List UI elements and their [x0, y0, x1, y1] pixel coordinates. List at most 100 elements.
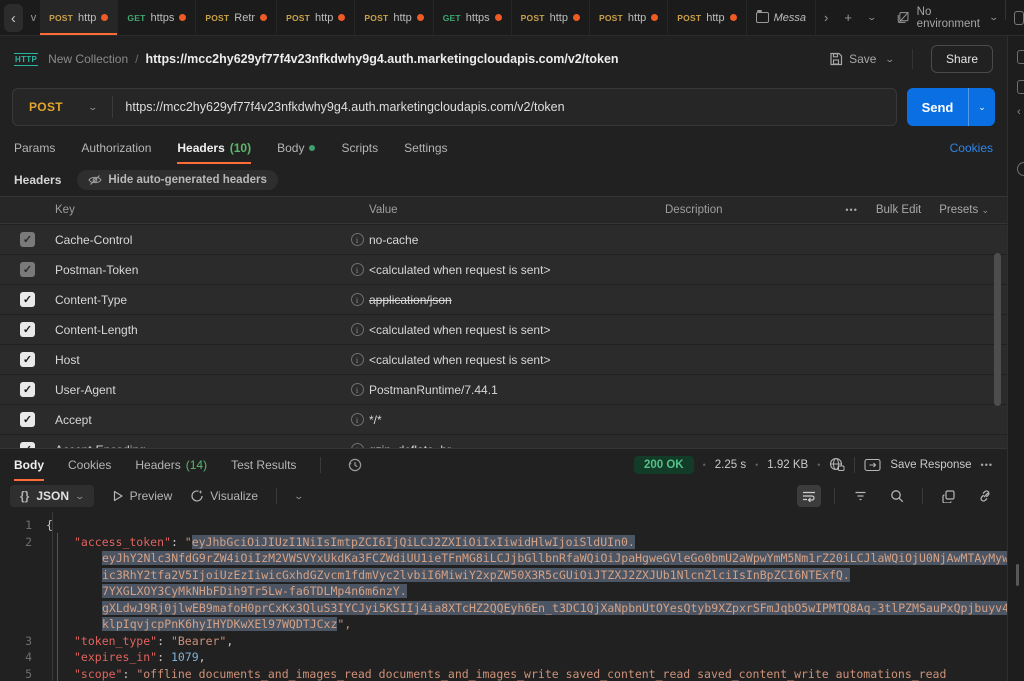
visualize-button[interactable]: Visualize — [190, 489, 258, 503]
header-value[interactable]: PostmanRuntime/7.44.1 — [369, 383, 498, 397]
request-tab-6[interactable]: GET https — [434, 0, 512, 35]
tab-headers[interactable]: Headers (10) — [177, 132, 251, 164]
access-token-selected-text: 7YXGLXOY3CyMkNHbFDih9Tr5Lw-fa6TDLMp4n6m6… — [102, 584, 407, 598]
response-time[interactable]: 2.25 s — [715, 459, 746, 471]
headers-count-badge: (10) — [230, 141, 251, 155]
request-header-row: HTTP New Collection / https://mcc2hy629y… — [0, 36, 1007, 82]
breadcrumb-request-title[interactable]: https://mcc2hy629yf77f4v23nfkdwhy9g4.aut… — [145, 52, 618, 66]
row-checkbox[interactable]: ✓ — [20, 292, 35, 307]
send-button[interactable]: Send ⌄ — [907, 88, 995, 126]
status-badge[interactable]: 200 OK — [634, 456, 694, 474]
access-token-selected-text: eyJhY2Nlc3NfdG9rZW4iOiIzM2VWSVYxUkdKa3FC… — [102, 551, 1007, 565]
request-tab-5[interactable]: POST http — [355, 0, 433, 35]
url-text[interactable]: https://mcc2hy629yf77f4v23nfkdwhy9g4.aut… — [125, 100, 564, 114]
tab-label: Body — [277, 141, 304, 155]
tab-authorization[interactable]: Authorization — [81, 132, 151, 164]
header-value[interactable]: */* — [369, 413, 382, 427]
right-rail-icon[interactable] — [1017, 50, 1024, 64]
tab-scripts[interactable]: Scripts — [341, 132, 378, 164]
right-rail-icon[interactable] — [1017, 80, 1024, 94]
header-row-host: ✓ Host i <calculated when request is sen… — [0, 345, 1007, 374]
copy-button[interactable] — [936, 485, 960, 507]
row-checkbox[interactable]: ✓ — [20, 262, 35, 277]
breadcrumb-collection[interactable]: New Collection — [48, 52, 128, 66]
code-scrollbar[interactable] — [1016, 564, 1019, 586]
environment-selector[interactable]: No environment ⌄ — [897, 0, 997, 35]
header-key[interactable]: Cache-Control — [55, 233, 132, 247]
environment-quick-look-icon[interactable] — [1014, 11, 1024, 25]
header-key[interactable]: Postman-Token — [55, 263, 138, 277]
tab-label: Params — [14, 141, 55, 155]
save-button[interactable]: Save — [829, 52, 876, 66]
right-rail-chevron-icon[interactable]: ‹ — [1017, 106, 1024, 120]
response-size[interactable]: 1.92 KB — [767, 459, 808, 471]
link-button[interactable] — [973, 485, 997, 507]
url-input[interactable]: POST ⌄ https://mcc2hy629yf77f4v23nfkdwhy… — [12, 88, 897, 126]
format-dropdown[interactable]: {} JSON ⌄ — [10, 485, 94, 507]
row-checkbox[interactable]: ✓ — [20, 382, 35, 397]
more-options-icon[interactable]: ••• — [845, 205, 857, 215]
response-tab-test-results[interactable]: Test Results — [231, 449, 296, 481]
response-tab-cookies[interactable]: Cookies — [68, 449, 111, 481]
request-tab-7[interactable]: POST http — [512, 0, 590, 35]
request-tab-8[interactable]: POST http — [590, 0, 668, 35]
request-tab-1[interactable]: POST http — [40, 0, 118, 35]
headers-table-scrollbar[interactable] — [994, 253, 1001, 406]
presets-dropdown[interactable]: Presets ⌄ — [939, 204, 989, 216]
header-key[interactable]: Content-Type — [55, 293, 127, 307]
filter-button[interactable] — [848, 485, 872, 507]
row-checkbox[interactable]: ✓ — [20, 352, 35, 367]
response-tab-body[interactable]: Body — [14, 449, 44, 481]
header-value[interactable]: <calculated when request is sent> — [369, 263, 550, 277]
header-value[interactable]: no-cache — [369, 233, 418, 247]
request-tab-9[interactable]: POST http — [668, 0, 746, 35]
send-options-chevron-icon[interactable]: ⌄ — [969, 88, 995, 126]
unsaved-dot-icon — [495, 14, 502, 21]
view-options-chevron-icon[interactable]: ⌄ — [294, 491, 305, 502]
header-value[interactable]: <calculated when request is sent> — [369, 323, 550, 337]
response-history-icon[interactable] — [347, 457, 363, 473]
back-button[interactable]: ‹ — [4, 4, 23, 32]
cookies-link[interactable]: Cookies — [950, 141, 993, 155]
row-checkbox[interactable]: ✓ — [20, 412, 35, 427]
partial-tab[interactable]: v — [27, 0, 40, 35]
right-rail-circle-icon[interactable] — [1017, 162, 1024, 176]
code-line: 5 "scope": "offline documents_and_images… — [0, 666, 1007, 681]
tab-scroll-next-button[interactable]: › — [816, 0, 836, 35]
save-response-button[interactable]: Save Response — [890, 459, 971, 471]
tab-options-chevron-icon[interactable]: ⌄ — [855, 0, 888, 35]
wrap-text-button[interactable] — [797, 485, 821, 507]
search-button[interactable] — [885, 485, 909, 507]
response-tab-headers[interactable]: Headers (14) — [135, 449, 207, 481]
hide-auto-generated-headers-button[interactable]: Hide auto-generated headers — [77, 170, 277, 190]
tab-body[interactable]: Body — [277, 132, 315, 164]
method-dropdown[interactable]: POST ⌄ — [13, 100, 112, 114]
save-options-chevron-icon[interactable]: ⌄ — [885, 54, 896, 65]
response-more-options-icon[interactable]: ••• — [981, 460, 993, 470]
request-tab-4[interactable]: POST http — [277, 0, 355, 35]
preview-button[interactable]: Preview — [112, 489, 173, 503]
network-globe-icon[interactable] — [829, 457, 845, 472]
code-text: ", — [337, 617, 351, 631]
code-line: 1 { — [0, 517, 1007, 534]
bulk-edit-button[interactable]: Bulk Edit — [876, 204, 921, 216]
header-value[interactable]: <calculated when request is sent> — [369, 353, 550, 367]
header-value[interactable]: application/json — [369, 293, 452, 307]
response-body-editor[interactable]: 1 { 2 "access_token": "eyJhbGciOiJIUzI1N… — [0, 512, 1007, 681]
send-label[interactable]: Send — [907, 88, 969, 126]
header-key[interactable]: Accept — [55, 413, 92, 427]
row-checkbox[interactable]: ✓ — [20, 322, 35, 337]
request-tab-3[interactable]: POST Retr — [196, 0, 277, 35]
header-key[interactable]: Host — [55, 353, 80, 367]
header-key[interactable]: Content-Length — [55, 323, 138, 337]
folder-tab[interactable]: Messa — [747, 0, 816, 35]
eye-off-icon — [88, 174, 102, 186]
response-headers-count-badge: (14) — [186, 458, 207, 472]
json-key: "access_token" — [74, 535, 171, 549]
row-checkbox[interactable]: ✓ — [20, 232, 35, 247]
request-tab-2[interactable]: GET https — [118, 0, 196, 35]
header-key[interactable]: User-Agent — [55, 383, 116, 397]
tab-settings[interactable]: Settings — [404, 132, 447, 164]
share-button[interactable]: Share — [931, 45, 993, 73]
tab-params[interactable]: Params — [14, 132, 55, 164]
